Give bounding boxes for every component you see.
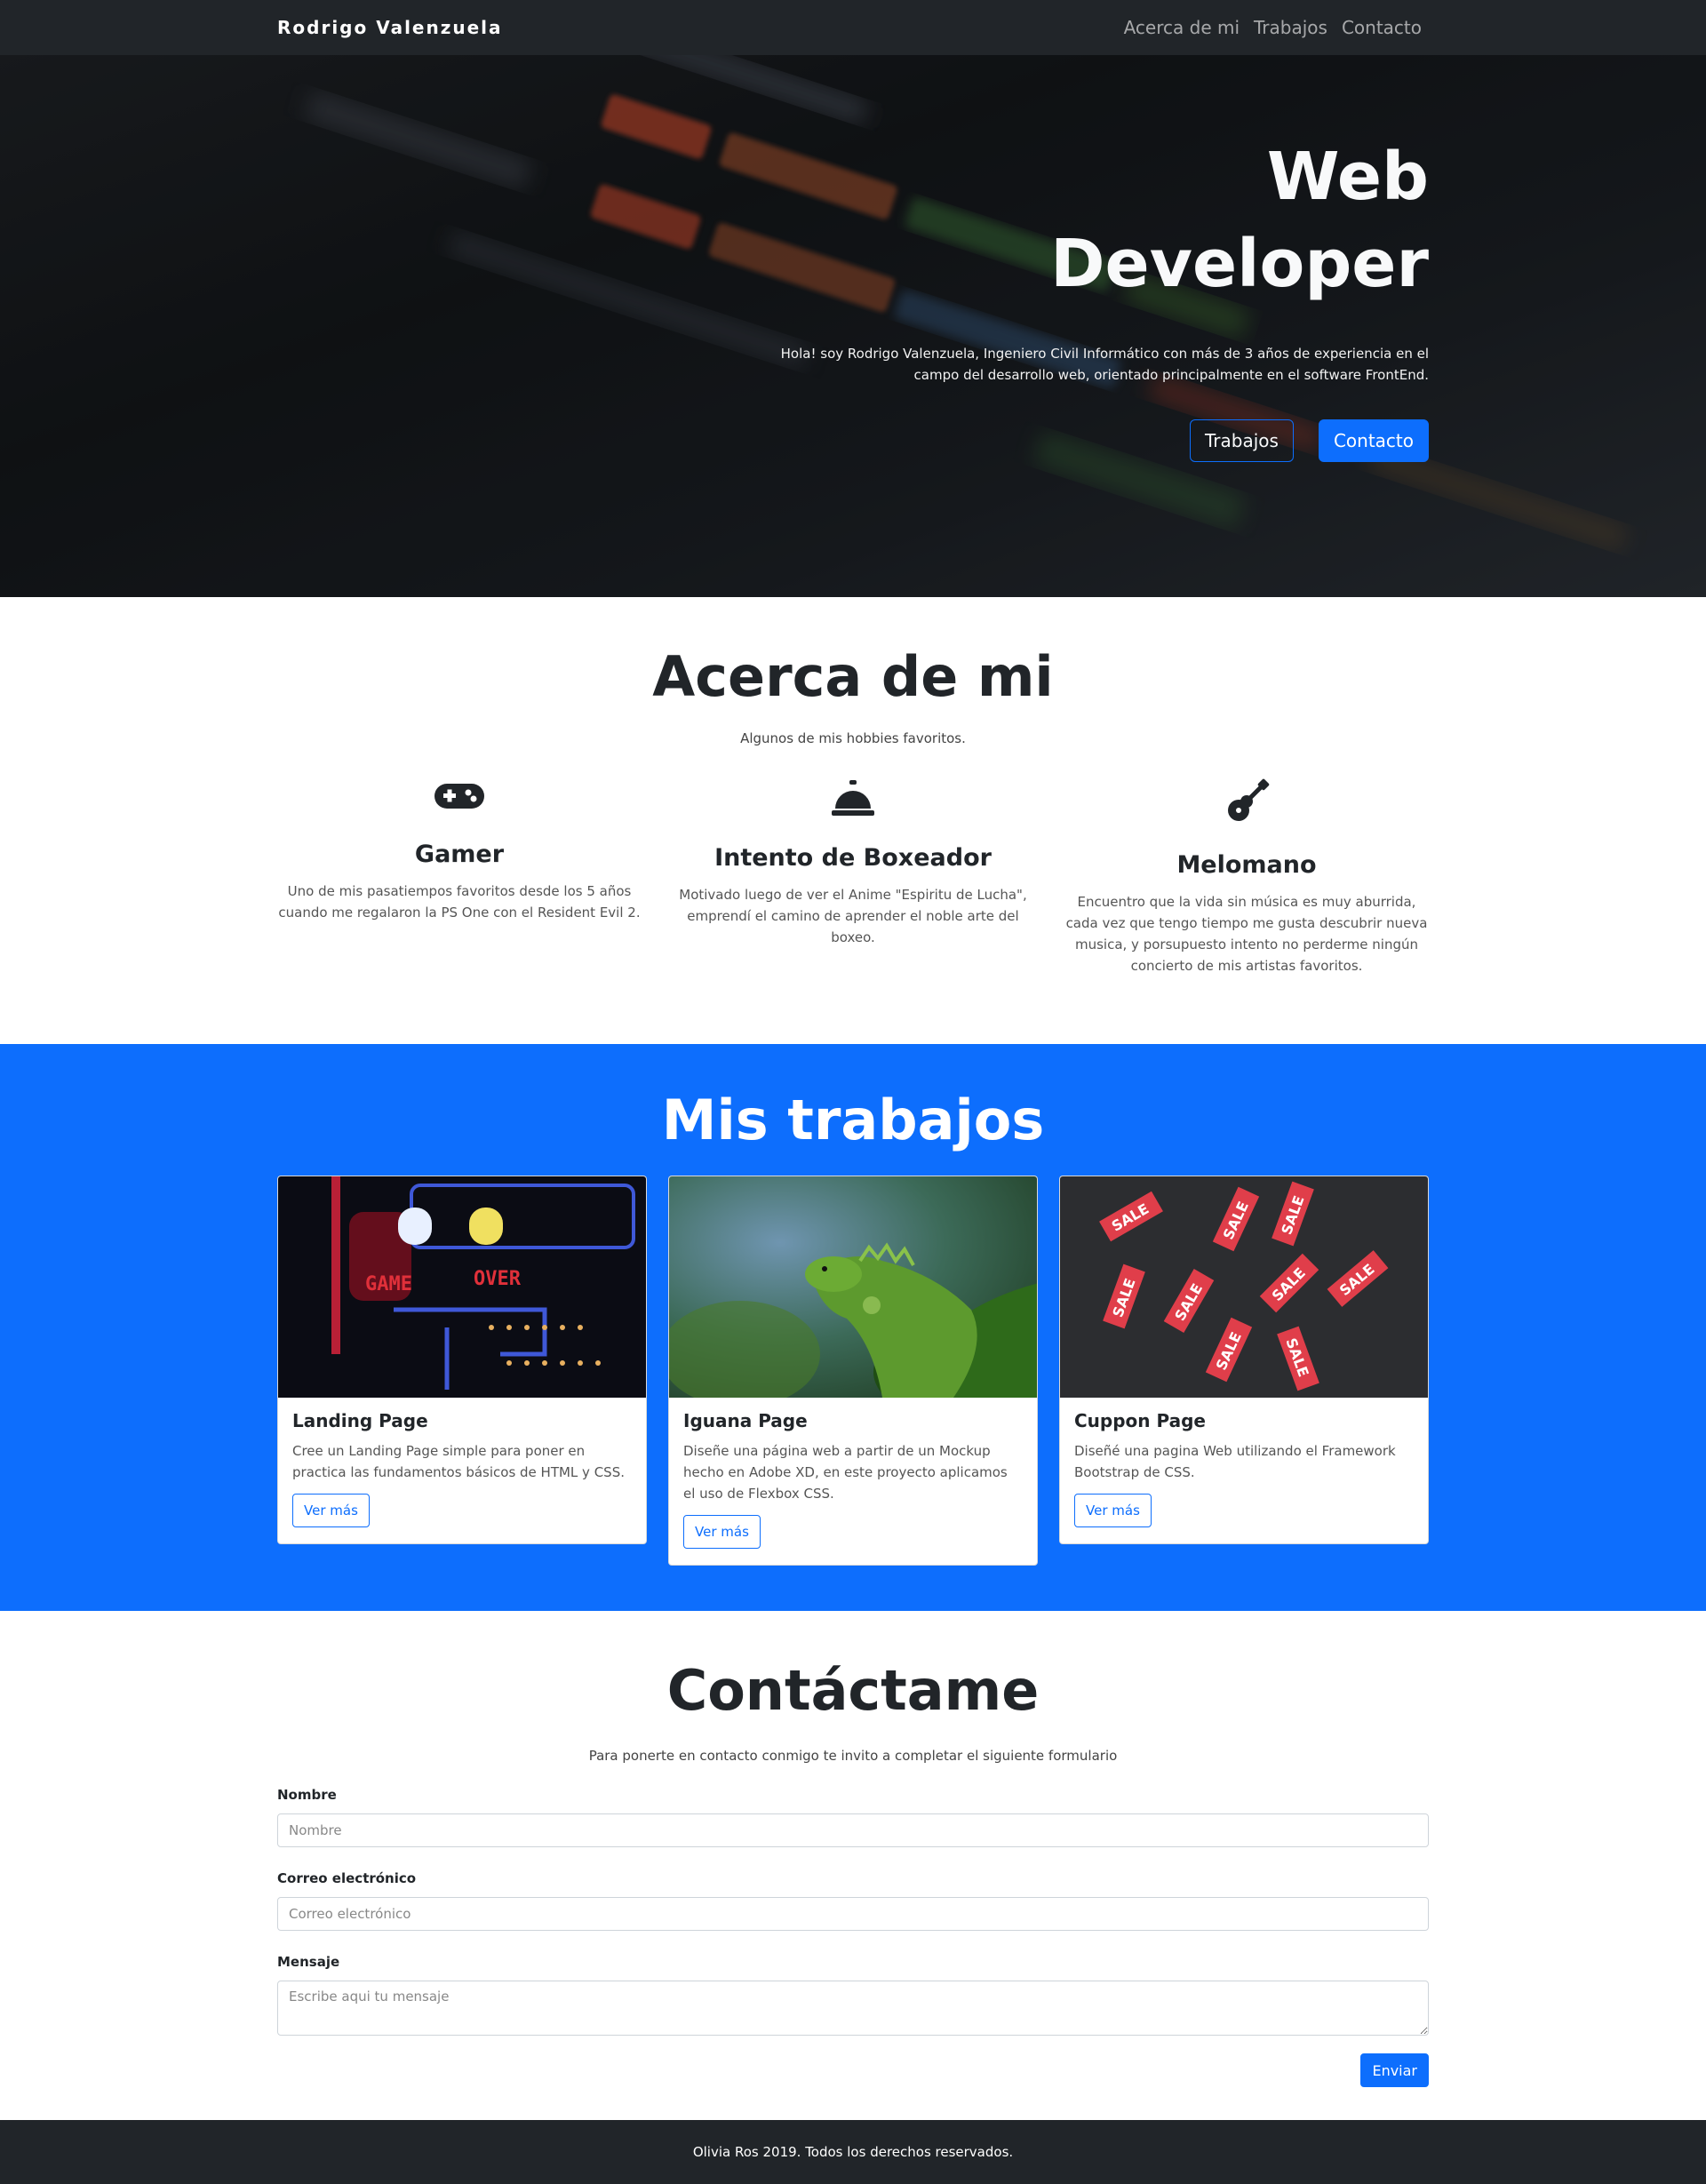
email-input[interactable] xyxy=(277,1897,1429,1931)
footer-copyright: Olivia Ros 2019. Todos los derechos rese… xyxy=(692,2144,1014,2160)
message-label: Mensaje xyxy=(277,1954,340,1970)
hero-title-line2: Developer xyxy=(1050,226,1429,302)
nav-links: Acerca de mi Trabajos Contacto xyxy=(1124,17,1422,38)
hero-trabajos-button[interactable]: Trabajos xyxy=(1190,419,1294,462)
iguana-page-ver-mas-button[interactable]: Ver más xyxy=(683,1515,761,1549)
enviar-button[interactable]: Enviar xyxy=(1360,2053,1429,2087)
iguana-page-text: Diseñe una página web a partir de un Moc… xyxy=(683,1443,1008,1502)
contact-section: Contáctame Para ponerte en contacto conm… xyxy=(0,1611,1706,2120)
nav-link-contacto[interactable]: Contacto xyxy=(1342,17,1422,38)
guitar-icon xyxy=(1228,778,1270,821)
feature-gamer-text: Uno de mis pasatiempos favoritos desde l… xyxy=(278,883,641,921)
project-card-landing: GAME OVER Landing Page Cree un Landing P… xyxy=(277,1176,647,1544)
landing-page-title: Landing Page xyxy=(292,1410,428,1431)
cuppon-page-image: SALE SALE SALE SALE SALE SALE SALE SALE … xyxy=(1060,1176,1428,1398)
cuppon-page-text: Diseñé una pagina Web utilizando el Fram… xyxy=(1074,1443,1396,1480)
name-label: Nombre xyxy=(277,1787,337,1803)
feature-boxeador-text: Motivado luego de ver el Anime "Espiritu… xyxy=(679,887,1027,945)
hero-description: Hola! soy Rodrigo Valenzuela, Ingeniero … xyxy=(780,346,1429,383)
projects-title: Mis trabajos xyxy=(661,1088,1045,1152)
feature-boxeador: Intento de Boxeador Motivado luego de ve… xyxy=(671,778,1035,976)
feature-gamer: Gamer Uno de mis pasatiempos favoritos d… xyxy=(277,778,642,976)
landing-page-text: Cree un Landing Page simple para poner e… xyxy=(292,1443,625,1480)
hero-contacto-button[interactable]: Contacto xyxy=(1318,419,1429,462)
contact-title: Contáctame xyxy=(666,1658,1040,1723)
cuppon-page-title: Cuppon Page xyxy=(1074,1410,1206,1431)
hero-content: Web Developer Hola! soy Rodrigo Valenzue… xyxy=(753,133,1429,462)
gamepad-icon xyxy=(434,784,484,809)
over-text: OVER xyxy=(474,1268,522,1290)
nav-link-trabajos[interactable]: Trabajos xyxy=(1254,17,1327,38)
features-row: Gamer Uno de mis pasatiempos favoritos d… xyxy=(277,778,1429,976)
about-subtitle: Algunos de mis hobbies favoritos. xyxy=(740,730,966,746)
feature-melomano: Melomano Encuentro que la vida sin músic… xyxy=(1064,778,1429,976)
landing-page-ver-mas-button[interactable]: Ver más xyxy=(292,1494,370,1527)
hero-buttons: Trabajos Contacto xyxy=(753,419,1429,462)
project-card-cuppon: SALE SALE SALE SALE SALE SALE SALE SALE … xyxy=(1059,1176,1429,1544)
contact-subtitle: Para ponerte en contacto conmigo te invi… xyxy=(588,1748,1118,1764)
project-card-iguana: Iguana Page Diseñe una página web a part… xyxy=(668,1176,1038,1566)
message-textarea[interactable] xyxy=(277,1981,1429,2036)
footer: Olivia Ros 2019. Todos los derechos rese… xyxy=(0,2120,1706,2184)
feature-melomano-text: Encuentro que la vida sin música es muy … xyxy=(1065,894,1428,974)
contact-form: Nombre Correo electrónico Mensaje Enviar xyxy=(277,1787,1429,2087)
about-section: Acerca de mi Algunos de mis hobbies favo… xyxy=(0,597,1706,1044)
hero-section: Web Developer Hola! soy Rodrigo Valenzue… xyxy=(0,55,1706,597)
iguana-page-image xyxy=(669,1176,1037,1398)
navbar-brand[interactable]: Rodrigo Valenzuela xyxy=(277,17,503,38)
hero-title-line1: Web xyxy=(1266,139,1429,215)
bell-icon xyxy=(832,780,874,816)
navbar: Rodrigo Valenzuela Acerca de mi Trabajos… xyxy=(0,0,1706,55)
about-title: Acerca de mi xyxy=(652,644,1054,709)
feature-gamer-title: Gamer xyxy=(414,841,505,868)
cuppon-page-ver-mas-button[interactable]: Ver más xyxy=(1074,1494,1152,1527)
game-text: GAME xyxy=(365,1273,412,1295)
projects-section: Mis trabajos GAME OVER Landing Page Cree… xyxy=(0,1044,1706,1611)
iguana-page-title: Iguana Page xyxy=(683,1410,808,1431)
email-label: Correo electrónico xyxy=(277,1870,417,1886)
feature-boxeador-title: Intento de Boxeador xyxy=(714,844,992,872)
hero-title: Web Developer xyxy=(753,133,1429,307)
nav-link-acerca[interactable]: Acerca de mi xyxy=(1124,17,1240,38)
name-input[interactable] xyxy=(277,1813,1429,1847)
landing-page-image: GAME OVER xyxy=(278,1176,646,1398)
feature-melomano-title: Melomano xyxy=(1176,851,1317,879)
project-cards: GAME OVER Landing Page Cree un Landing P… xyxy=(277,1176,1429,1566)
